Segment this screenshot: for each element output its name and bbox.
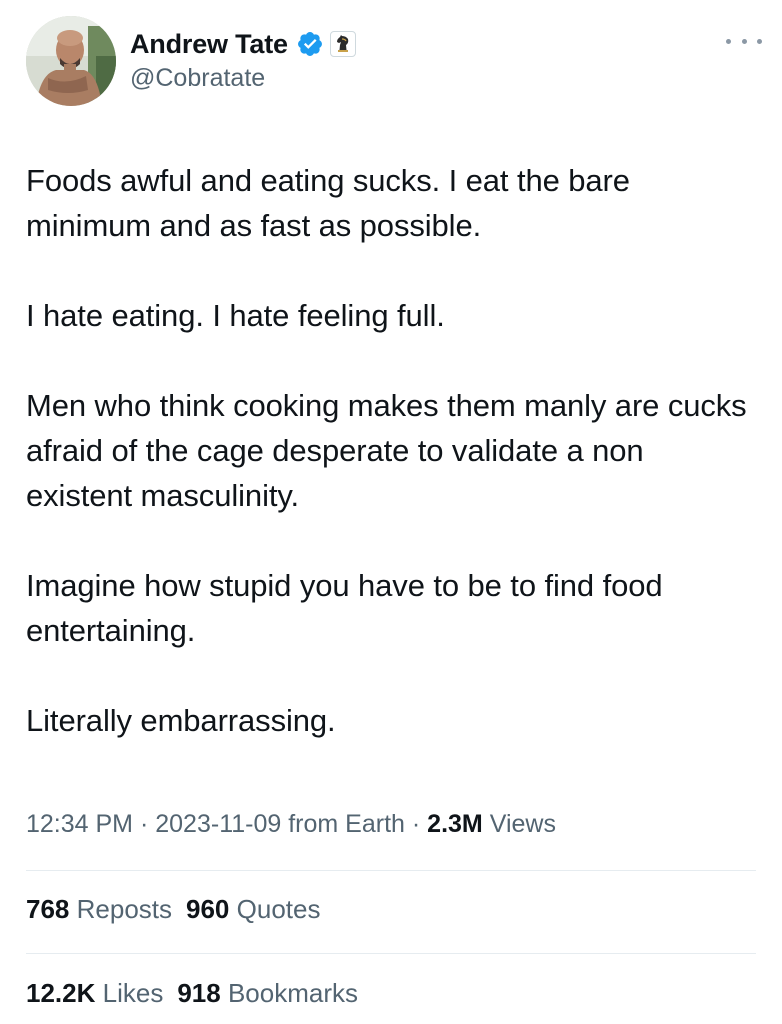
avatar-image (26, 16, 116, 106)
tweet-paragraph: Foods awful and eating sucks. I eat the … (26, 163, 630, 243)
quotes-stat[interactable]: 960 Quotes (186, 894, 320, 924)
tweet-date[interactable]: 2023-11-09 (155, 810, 281, 838)
bookmarks-count: 918 (177, 978, 221, 1008)
likes-count: 12.2K (26, 978, 96, 1008)
author-display-name[interactable]: Andrew Tate (130, 29, 288, 60)
reposts-count: 768 (26, 894, 70, 924)
more-dot (757, 38, 762, 44)
likes-bookmarks-stats: 12.2K Likes 918 Bookmarks (26, 978, 358, 1009)
author-names: Andrew Tate @Cobratate (130, 26, 356, 93)
tweet-paragraph: Literally embarrassing. (26, 703, 336, 738)
name-row: Andrew Tate (130, 26, 356, 62)
chess-knight-icon[interactable] (329, 31, 356, 57)
bookmarks-label: Bookmarks (227, 978, 358, 1008)
more-dot (726, 38, 731, 44)
repost-quote-stats: 768 Reposts 960 Quotes (26, 894, 320, 925)
reposts-label: Reposts (76, 894, 173, 924)
reposts-stat[interactable]: 768 Reposts (26, 894, 172, 924)
more-dot (741, 38, 747, 44)
tweet-time[interactable]: 12:34 PM (26, 810, 133, 838)
likes-stat[interactable]: 12.2K Likes (26, 978, 163, 1008)
tweet-detail: Andrew Tate @Cobratate Foods awful and e… (0, 0, 782, 1024)
tweet-text: Foods awful and eating sucks. I eat the … (26, 158, 756, 743)
bookmarks-stat[interactable]: 918 Bookmarks (177, 978, 358, 1008)
tweet-paragraph: I hate eating. I hate feeling full. (26, 298, 445, 333)
tweet-header: Andrew Tate @Cobratate (26, 16, 766, 108)
avatar[interactable] (26, 16, 116, 106)
tweet-meta: 12:34 PM · 2023-11-09 from Earth · 2.3M … (26, 810, 556, 839)
author-handle[interactable]: @Cobratate (130, 64, 356, 93)
meta-separator: · (139, 810, 149, 838)
divider (26, 953, 756, 954)
likes-label: Likes (102, 978, 164, 1008)
tweet-paragraph: Imagine how stupid you have to be to fin… (26, 568, 663, 648)
divider (26, 870, 756, 871)
more-horizontal-icon[interactable] (726, 34, 762, 48)
verified-badge-icon[interactable] (296, 30, 324, 58)
quotes-count: 960 (186, 894, 230, 924)
meta-separator: · (411, 810, 421, 838)
quotes-label: Quotes (236, 894, 321, 924)
tweet-paragraph: Men who think cooking makes them manly a… (26, 388, 747, 513)
tweet-location: from Earth (288, 810, 405, 838)
views-count[interactable]: 2.3M (427, 810, 483, 838)
views-label[interactable]: Views (490, 810, 556, 838)
